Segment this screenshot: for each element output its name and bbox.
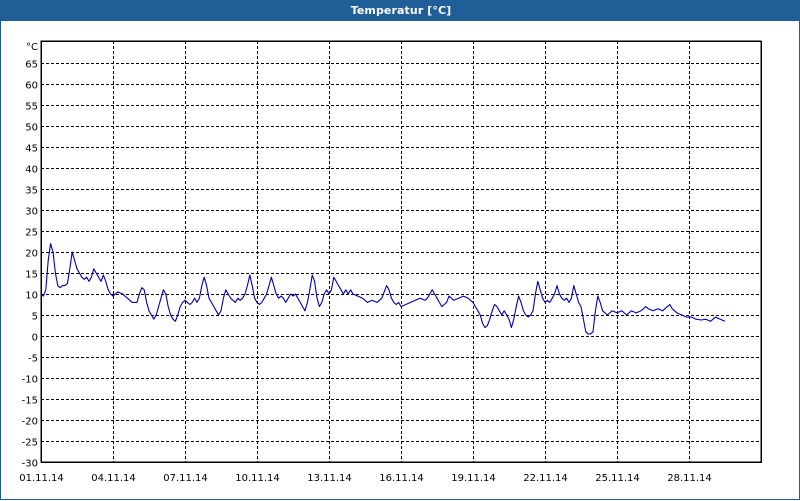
y-tick-label: 60 (25, 81, 38, 92)
y-tick-label: 30 (25, 207, 38, 218)
y-tick-label: -5 (28, 354, 38, 365)
x-tick-label: 16.11.14 (379, 473, 424, 484)
x-tick-label: 28.11.14 (667, 473, 712, 484)
y-tick-label: 65 (25, 60, 38, 71)
y-axis-label: °C (26, 42, 38, 53)
temperature-chart: -30 -25 -20 -15 -10 -5 0 5 10 15 20 25 30 35 40 45 50 55 6… (19, 40, 762, 484)
y-tick-label: 5 (32, 312, 38, 323)
x-tick-label: 01.11.14 (19, 473, 64, 484)
y-tick-label: -30 (22, 459, 38, 470)
x-tick-label: 19.11.14 (451, 473, 496, 484)
y-tick-label: 40 (25, 165, 38, 176)
y-tick-label: 50 (25, 123, 38, 134)
x-tick-label: 04.11.14 (91, 473, 136, 484)
chart-title: Temperatur [°C] (1, 1, 800, 21)
x-tick-label: 22.11.14 (523, 473, 568, 484)
y-tick-label: 25 (25, 228, 38, 239)
chart-window: Temperatur [°C] -30 -25 -20 -15 -10 -5 0 5 10 15 2… (0, 0, 800, 500)
y-tick-label: -10 (22, 375, 38, 386)
y-tick-label: 15 (25, 270, 38, 281)
x-tick-label: 13.11.14 (307, 473, 352, 484)
y-tick-label: 55 (25, 102, 38, 113)
y-tick-label: 45 (25, 144, 38, 155)
y-tick-label: -15 (22, 396, 38, 407)
y-tick-label: -25 (22, 438, 38, 449)
y-tick-label: 35 (25, 186, 38, 197)
x-tick-label: 10.11.14 (235, 473, 280, 484)
y-tick-label: 20 (25, 249, 38, 260)
y-tick-label: 10 (25, 291, 38, 302)
x-tick-label: 07.11.14 (163, 473, 208, 484)
y-tick-label: -20 (22, 417, 38, 428)
y-tick-label: 0 (32, 333, 38, 344)
x-tick-label: 25.11.14 (595, 473, 640, 484)
